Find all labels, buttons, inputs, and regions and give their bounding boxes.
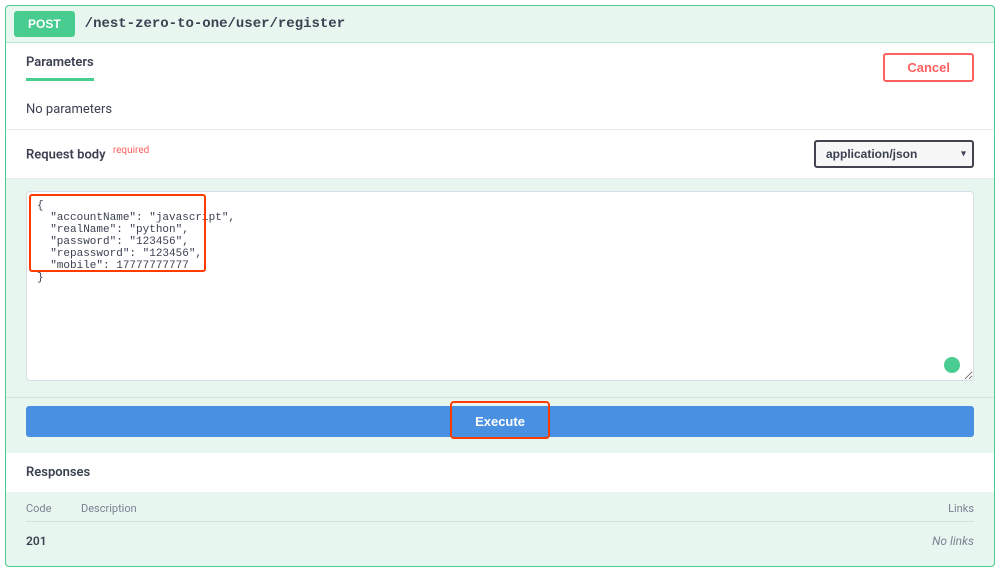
parameters-title: Parameters xyxy=(26,55,94,81)
responses-title: Responses xyxy=(6,453,994,492)
content-type-select[interactable]: application/json xyxy=(814,140,974,168)
execute-button[interactable]: Execute xyxy=(26,406,974,437)
cancel-button[interactable]: Cancel xyxy=(883,53,974,82)
request-body-area xyxy=(6,179,994,397)
responses-header-row: Code Description Links xyxy=(26,492,974,522)
table-row: 201 No links xyxy=(26,522,974,556)
header-description: Description xyxy=(81,502,894,515)
no-parameters-text: No parameters xyxy=(6,90,994,129)
execute-section: Execute xyxy=(6,397,994,453)
http-method-badge: POST xyxy=(14,11,75,37)
header-links: Links xyxy=(894,502,974,515)
required-tag: required xyxy=(113,145,149,156)
responses-table: Code Description Links 201 No links xyxy=(6,492,994,566)
request-body-textarea[interactable] xyxy=(26,191,974,381)
parameters-section-bar: Parameters Cancel xyxy=(6,43,994,90)
request-body-bar: Request body required application/json ▾ xyxy=(6,129,994,179)
header-code: Code xyxy=(26,502,81,515)
request-body-label: Request body xyxy=(26,148,106,163)
operation-summary[interactable]: POST /nest-zero-to-one/user/register xyxy=(6,6,994,43)
endpoint-path: /nest-zero-to-one/user/register xyxy=(85,16,345,32)
operation-block: POST /nest-zero-to-one/user/register Par… xyxy=(5,5,995,567)
